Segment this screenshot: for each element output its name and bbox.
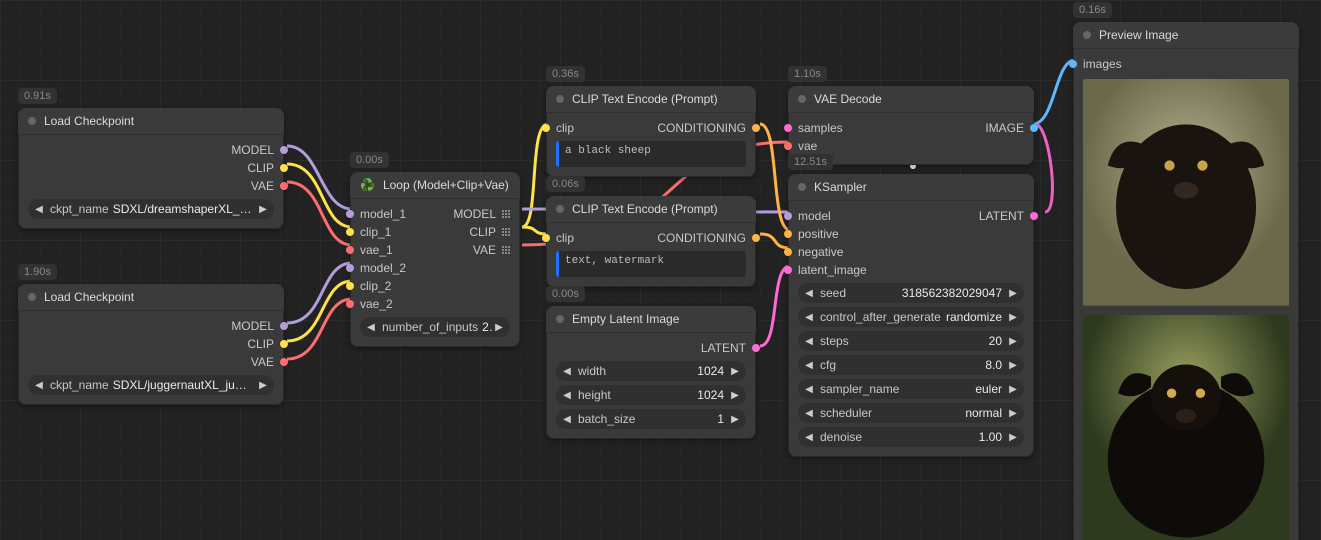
node-load-checkpoint-2[interactable]: 1.90s Load Checkpoint MODEL CLIP VAE ◀ck… bbox=[18, 284, 284, 405]
port-conditioning-out[interactable] bbox=[752, 124, 760, 132]
prompt-textarea[interactable]: a black sheep bbox=[556, 141, 746, 167]
port-clip-in[interactable] bbox=[542, 234, 550, 242]
widget-denoise[interactable]: ◀denoise1.00▶ bbox=[798, 427, 1024, 447]
timing-badge: 1.90s bbox=[18, 264, 57, 280]
port-clip-out[interactable] bbox=[280, 340, 288, 348]
port-vae-out[interactable] bbox=[280, 182, 288, 190]
port-image-out[interactable] bbox=[1030, 124, 1038, 132]
widget-scheduler[interactable]: ◀schedulernormal▶ bbox=[798, 403, 1024, 423]
node-graph-canvas[interactable]: 0.91s Load Checkpoint MODEL CLIP VAE ◀ck… bbox=[0, 0, 1321, 540]
output-label: VAE bbox=[251, 355, 274, 369]
port-latent-out[interactable] bbox=[1030, 212, 1038, 220]
port-clip1-in[interactable] bbox=[346, 228, 354, 236]
node-empty-latent[interactable]: 0.00s Empty Latent Image LATENT ◀width10… bbox=[546, 306, 756, 439]
port-latent-out[interactable] bbox=[752, 344, 760, 352]
timing-badge: 0.00s bbox=[546, 286, 585, 302]
port-vae1-in[interactable] bbox=[346, 246, 354, 254]
widget-steps[interactable]: ◀steps20▶ bbox=[798, 331, 1024, 351]
node-title: CLIP Text Encode (Prompt) bbox=[572, 202, 718, 216]
node-title: CLIP Text Encode (Prompt) bbox=[572, 92, 718, 106]
port-positive-in[interactable] bbox=[784, 230, 792, 238]
port-vae-out[interactable] bbox=[280, 358, 288, 366]
port-clip-in[interactable] bbox=[542, 124, 550, 132]
node-ksampler[interactable]: 12.51s KSampler modelLATENT positive neg… bbox=[788, 174, 1034, 457]
arrow-left-icon[interactable]: ◀ bbox=[32, 380, 46, 391]
collapse-dot-icon[interactable] bbox=[1083, 31, 1091, 39]
widget-batch-size[interactable]: ◀batch_size1▶ bbox=[556, 409, 746, 429]
preview-thumbnail-2[interactable] bbox=[1083, 315, 1289, 540]
widget-num-inputs[interactable]: ◀number_of_inputs2▶ bbox=[360, 317, 510, 337]
collapse-dot-icon[interactable] bbox=[556, 315, 564, 323]
timing-badge: 0.06s bbox=[546, 176, 585, 192]
port-model-out[interactable] bbox=[280, 146, 288, 154]
timing-badge: 0.00s bbox=[350, 152, 389, 168]
arrow-left-icon[interactable]: ◀ bbox=[32, 204, 46, 215]
widget-cfg[interactable]: ◀cfg8.0▶ bbox=[798, 355, 1024, 375]
node-load-checkpoint-1[interactable]: 0.91s Load Checkpoint MODEL CLIP VAE ◀ck… bbox=[18, 108, 284, 229]
port-conditioning-out[interactable] bbox=[752, 234, 760, 242]
port-latent-in[interactable] bbox=[784, 266, 792, 274]
timing-badge: 12.51s bbox=[788, 154, 833, 170]
node-title: VAE Decode bbox=[814, 92, 882, 106]
arrow-right-icon[interactable]: ▶ bbox=[492, 322, 506, 333]
timing-badge: 0.36s bbox=[546, 66, 585, 82]
port-model1-in[interactable] bbox=[346, 210, 354, 218]
port-vae-in[interactable] bbox=[784, 142, 792, 150]
port-clip-out[interactable] bbox=[280, 164, 288, 172]
collapse-dot-icon[interactable] bbox=[798, 183, 806, 191]
timing-badge: 0.91s bbox=[18, 88, 57, 104]
node-title: Loop (Model+Clip+Vae) bbox=[383, 178, 509, 192]
output-label: VAE bbox=[251, 179, 274, 193]
output-label: CLIP bbox=[247, 161, 274, 175]
port-vae-out-multi[interactable] bbox=[502, 246, 510, 254]
port-vae2-in[interactable] bbox=[346, 300, 354, 308]
collapse-dot-icon[interactable] bbox=[556, 205, 564, 213]
output-label: MODEL bbox=[231, 319, 274, 333]
node-title: Preview Image bbox=[1099, 28, 1178, 42]
node-loop[interactable]: 0.00s ♻️Loop (Model+Clip+Vae) model_1MOD… bbox=[350, 172, 520, 347]
recycle-icon: ♻️ bbox=[360, 178, 375, 192]
widget-seed[interactable]: ◀seed318562382029047▶ bbox=[798, 283, 1024, 303]
output-label: CLIP bbox=[247, 337, 274, 351]
timing-badge: 1.10s bbox=[788, 66, 827, 82]
port-images-in[interactable] bbox=[1069, 60, 1077, 68]
widget-width[interactable]: ◀width1024▶ bbox=[556, 361, 746, 381]
arrow-right-icon[interactable]: ▶ bbox=[256, 380, 270, 391]
port-model-out-multi[interactable] bbox=[502, 210, 510, 218]
collapse-dot-icon[interactable] bbox=[28, 117, 36, 125]
timing-badge: 0.16s bbox=[1073, 2, 1112, 18]
arrow-right-icon[interactable]: ▶ bbox=[256, 204, 270, 215]
widget-ckpt-name[interactable]: ◀ckpt_nameSDXL/juggernautXL_juggXI...▶ bbox=[28, 375, 274, 395]
node-clip-encode-positive[interactable]: 0.36s CLIP Text Encode (Prompt) clipCOND… bbox=[546, 86, 756, 177]
port-samples-in[interactable] bbox=[784, 124, 792, 132]
port-model2-in[interactable] bbox=[346, 264, 354, 272]
widget-control-after-generate[interactable]: ◀control_after_generaterandomize▶ bbox=[798, 307, 1024, 327]
widget-height[interactable]: ◀height1024▶ bbox=[556, 385, 746, 405]
node-title: Empty Latent Image bbox=[572, 312, 679, 326]
port-model-in[interactable] bbox=[784, 212, 792, 220]
widget-sampler-name[interactable]: ◀sampler_nameeuler▶ bbox=[798, 379, 1024, 399]
port-negative-in[interactable] bbox=[784, 248, 792, 256]
node-title: Load Checkpoint bbox=[44, 114, 134, 128]
port-model-out[interactable] bbox=[280, 322, 288, 330]
port-clip-out-multi[interactable] bbox=[502, 228, 510, 236]
preview-thumbnail-1[interactable] bbox=[1083, 79, 1289, 306]
node-preview-image[interactable]: 0.16s Preview Image images bbox=[1073, 22, 1299, 540]
node-title: Load Checkpoint bbox=[44, 290, 134, 304]
arrow-left-icon[interactable]: ◀ bbox=[364, 322, 378, 333]
node-title: KSampler bbox=[814, 180, 867, 194]
prompt-textarea[interactable]: text, watermark bbox=[556, 251, 746, 277]
collapse-dot-icon[interactable] bbox=[798, 95, 806, 103]
widget-ckpt-name[interactable]: ◀ckpt_nameSDXL/dreamshaperXL_alpha...▶ bbox=[28, 199, 274, 219]
port-clip2-in[interactable] bbox=[346, 282, 354, 290]
collapse-dot-icon[interactable] bbox=[28, 293, 36, 301]
node-clip-encode-negative[interactable]: 0.06s CLIP Text Encode (Prompt) clipCOND… bbox=[546, 196, 756, 287]
output-label: MODEL bbox=[231, 143, 274, 157]
collapse-dot-icon[interactable] bbox=[556, 95, 564, 103]
